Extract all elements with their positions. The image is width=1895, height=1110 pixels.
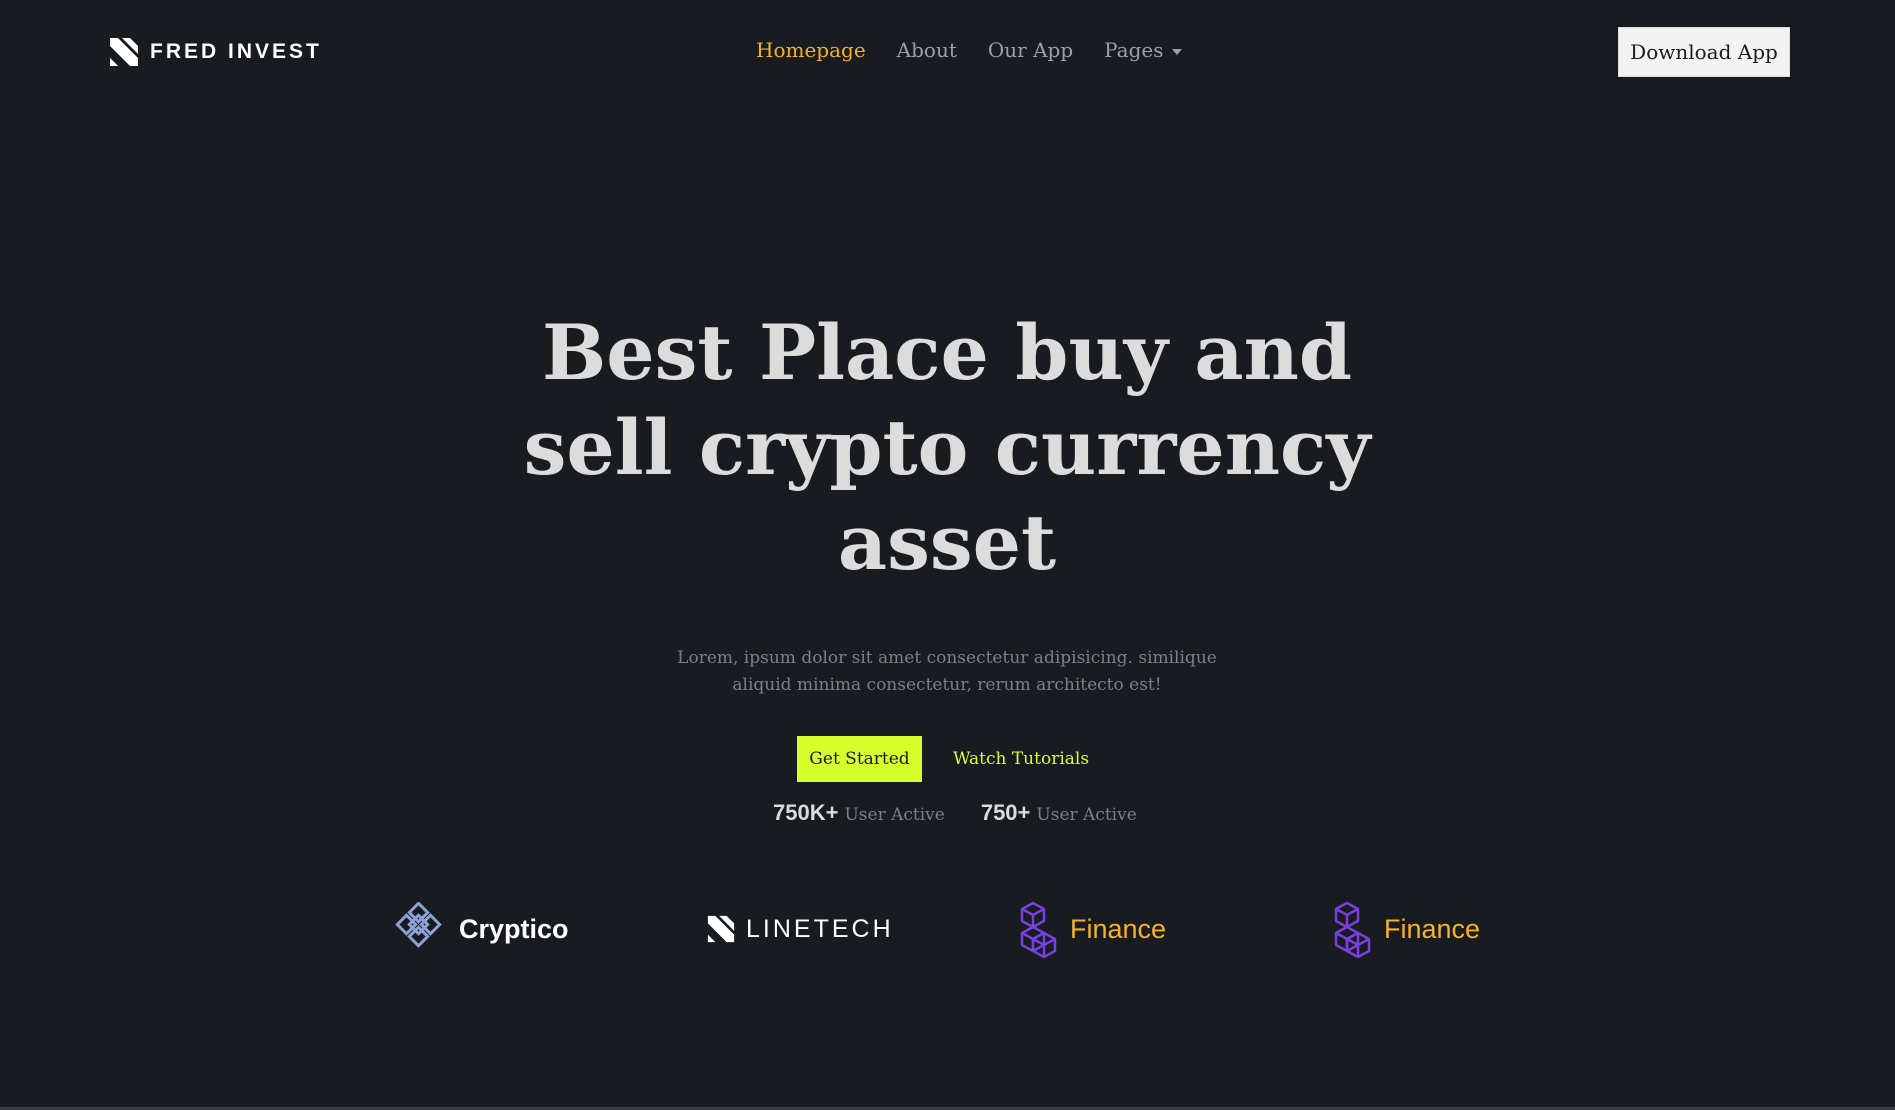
download-app-button[interactable]: Download App (1618, 27, 1790, 77)
fred-invest-logo-icon (110, 38, 138, 66)
navbar: FRED INVEST Homepage About Our App Pages… (0, 0, 1895, 103)
nav-link-pages-label: Pages (1104, 38, 1164, 62)
brand-name: FRED INVEST (150, 40, 322, 63)
hero-title-line-1: Best Place buy and (542, 308, 1352, 397)
hero-subtitle: Lorem, ipsum dolor sit amet consectetur … (647, 645, 1247, 699)
partner-name: Finance (1070, 913, 1167, 944)
cta-row: Get Started Watch Tutorials (797, 736, 1089, 782)
partner-logos: Cryptico LINETECH Finance Finance (393, 894, 1513, 964)
cube-stack-icon (1020, 901, 1057, 958)
stats-row: 750K+ User Active 750+ User Active (773, 800, 1137, 826)
cube-stack-icon (1334, 901, 1371, 958)
hero-subtitle-line-2: aliquid minima consectetur, rerum archit… (732, 675, 1162, 695)
partner-name: Cryptico (459, 913, 569, 944)
partner-logo-finance: Finance (1334, 894, 1480, 964)
stat-item: 750+ User Active (981, 800, 1137, 826)
partner-name: Finance (1384, 913, 1481, 944)
stat-value: 750K+ (773, 800, 839, 825)
knot-icon (395, 902, 442, 948)
stat-value: 750+ (980, 800, 1031, 825)
stat-label: User Active (844, 805, 945, 825)
nav-link-about[interactable]: About (897, 38, 957, 62)
brand[interactable]: FRED INVEST (108, 36, 322, 68)
partner-name: LINETECH (746, 914, 894, 943)
partner-logo-finance: Finance (1020, 894, 1166, 964)
stat-label: User Active (1036, 805, 1137, 825)
nav-link-homepage[interactable]: Homepage (756, 38, 866, 62)
hero-subtitle-line-1: Lorem, ipsum dolor sit amet consectetur … (677, 648, 1217, 668)
nav-links: Homepage About Our App Pages (756, 38, 1182, 62)
get-started-button[interactable]: Get Started (797, 736, 922, 782)
hero-title-line-3: asset (837, 498, 1057, 587)
nav-link-our-app[interactable]: Our App (988, 38, 1073, 62)
hero-title: Best Place buy and sell crypto currency … (447, 305, 1447, 590)
watch-tutorials-link[interactable]: Watch Tutorials (953, 749, 1089, 769)
nav-link-pages[interactable]: Pages (1104, 38, 1182, 62)
stat-item: 750K+ User Active (773, 800, 945, 826)
linetech-logo-icon (707, 915, 735, 943)
partner-logo-linetech: LINETECH (706, 894, 894, 964)
hero-title-line-2: sell crypto currency (523, 403, 1371, 492)
partner-logo-cryptico: Cryptico (393, 894, 569, 964)
chevron-down-icon (1171, 48, 1182, 55)
